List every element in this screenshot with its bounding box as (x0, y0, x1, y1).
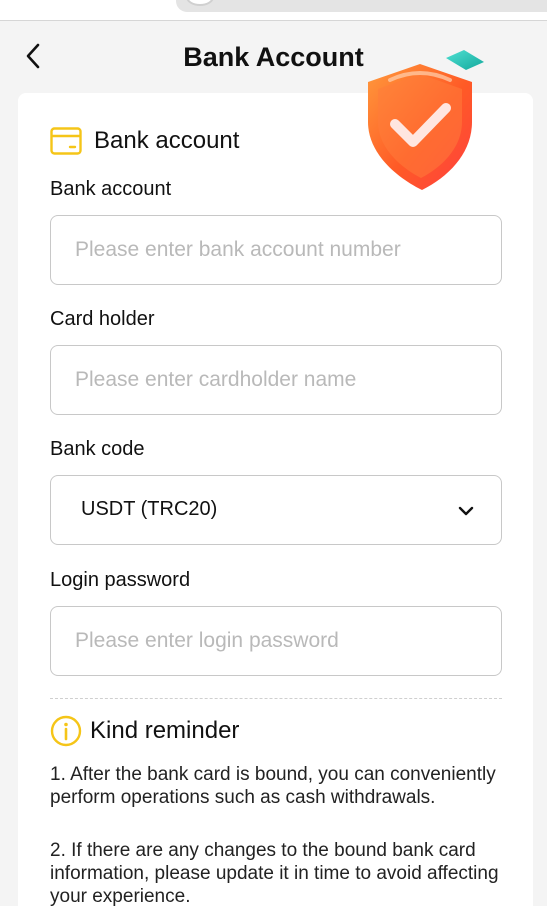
bank-code-selected-value: USDT (TRC20) (81, 498, 218, 520)
card-icon (50, 127, 82, 155)
reminder-title: Kind reminder (90, 717, 240, 744)
login-password-input[interactable] (51, 607, 501, 675)
card-holder-field (50, 345, 502, 415)
bank-account-form: Bank account Bank account Card holder Ba… (18, 93, 533, 906)
login-password-label: Login password (50, 569, 191, 591)
shield-check-icon (360, 44, 490, 194)
reminder-item: 1. After the bank card is bound, you can… (50, 764, 496, 808)
card-holder-input[interactable] (51, 346, 501, 414)
divider (50, 698, 502, 699)
bank-account-input[interactable] (51, 216, 501, 284)
browser-address-bar[interactable] (176, 0, 547, 12)
bank-account-label: Bank account (50, 178, 172, 200)
chevron-down-icon (458, 506, 474, 516)
bank-code-select[interactable]: USDT (TRC20) (50, 475, 502, 545)
section-title: Bank account (94, 127, 240, 154)
card-holder-label: Card holder (50, 308, 155, 330)
login-password-field (50, 606, 502, 676)
browser-top-strip (0, 0, 547, 21)
bank-account-field (50, 215, 502, 285)
reminder-item: 2. If there are any changes to the bound… (50, 840, 499, 906)
section-header: Bank account (50, 126, 239, 156)
bank-code-label: Bank code (50, 438, 145, 460)
reminder-header: Kind reminder (50, 715, 239, 747)
info-icon (50, 715, 82, 747)
